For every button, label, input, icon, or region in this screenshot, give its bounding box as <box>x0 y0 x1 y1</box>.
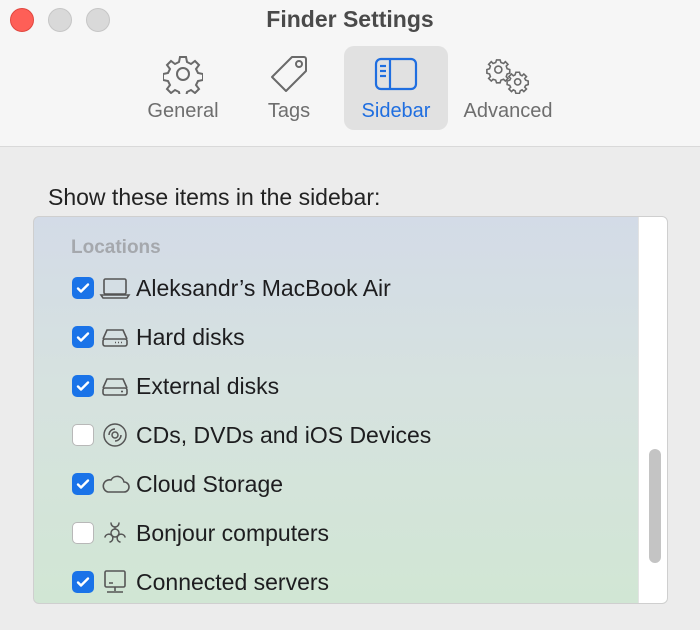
toolbar: Finder Settings General Tags Sidebar Adv… <box>0 0 700 147</box>
sidebar-items-list[interactable]: Locations Aleksandr’s MacBook Air Hard d… <box>33 216 668 604</box>
bonjour-icon <box>98 519 132 547</box>
item-label: CDs, DVDs and iOS Devices <box>136 421 432 448</box>
list-item[interactable]: Hard disks <box>72 322 245 352</box>
checkbox[interactable] <box>72 473 94 495</box>
item-label: Bonjour computers <box>136 519 330 546</box>
internal-disk-icon <box>98 323 132 351</box>
item-label: Cloud Storage <box>136 470 284 497</box>
list-item[interactable]: Connected servers <box>72 567 329 597</box>
tab-sidebar[interactable]: Sidebar <box>344 46 448 130</box>
group-header-locations: Locations <box>71 237 161 258</box>
disc-icon <box>98 421 132 449</box>
finder-settings-window: Finder Settings General Tags Sidebar Adv… <box>0 0 700 630</box>
list-item[interactable]: Cloud Storage <box>72 469 283 499</box>
tab-tags[interactable]: Tags <box>244 46 334 130</box>
checkbox[interactable] <box>72 571 94 593</box>
item-label: Hard disks <box>136 323 245 350</box>
item-label: External disks <box>136 372 280 399</box>
cloud-icon <box>98 470 132 498</box>
tag-icon <box>267 54 311 94</box>
scroll-track[interactable] <box>638 217 667 603</box>
list-item[interactable]: Bonjour computers <box>72 518 329 548</box>
server-icon <box>98 568 132 596</box>
checkbox[interactable] <box>72 522 94 544</box>
list-item[interactable]: Aleksandr’s MacBook Air <box>72 273 391 303</box>
item-label: Connected servers <box>136 568 330 595</box>
tab-general[interactable]: General <box>140 46 226 130</box>
sidebar-icon <box>374 54 418 94</box>
tab-general-label: General <box>147 100 219 122</box>
window-title: Finder Settings <box>266 6 434 32</box>
laptop-icon <box>98 274 132 302</box>
gears-icon <box>486 54 530 94</box>
checkbox[interactable] <box>72 326 94 348</box>
section-heading: Show these items in the sidebar: <box>48 184 381 210</box>
tab-advanced[interactable]: Advanced <box>452 46 564 130</box>
list-item[interactable]: CDs, DVDs and iOS Devices <box>72 420 431 450</box>
tab-tags-label: Tags <box>267 100 311 122</box>
settings-tabs: General Tags Sidebar Advanced <box>130 46 570 132</box>
tab-sidebar-label: Sidebar <box>361 100 431 122</box>
checkbox[interactable] <box>72 277 94 299</box>
scrollbar-thumb[interactable] <box>649 449 661 563</box>
list-item[interactable]: External disks <box>72 371 279 401</box>
gear-icon <box>161 54 205 94</box>
checkbox[interactable] <box>72 424 94 446</box>
item-label: Aleksandr’s MacBook Air <box>136 274 391 301</box>
tab-advanced-label: Advanced <box>463 100 553 122</box>
checkbox[interactable] <box>72 375 94 397</box>
external-disk-icon <box>98 372 132 400</box>
